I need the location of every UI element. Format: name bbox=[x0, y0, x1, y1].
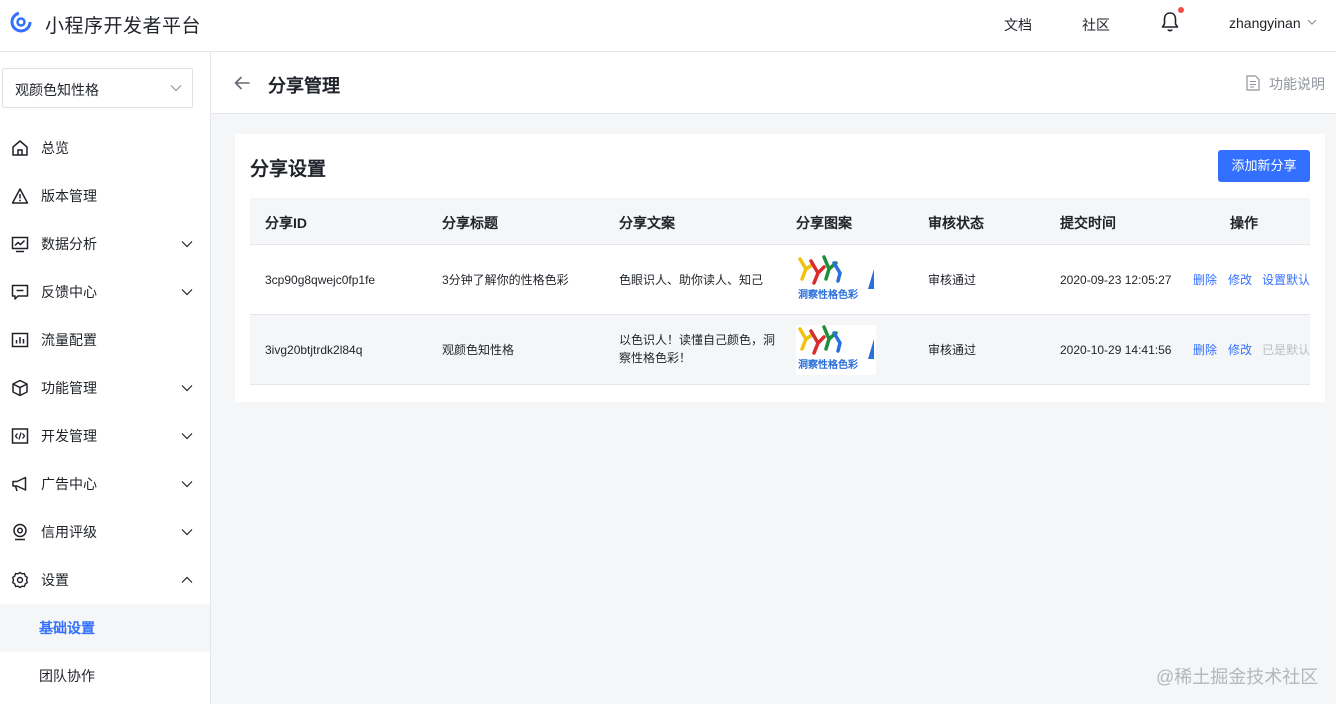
message-icon bbox=[11, 284, 29, 300]
column-header-actions: 操作 bbox=[1230, 215, 1258, 231]
sidebar-item-label: 设置 bbox=[41, 572, 69, 588]
share-title: 观颜色知性格 bbox=[442, 343, 515, 357]
already-default-label: 已是默认 bbox=[1262, 343, 1311, 357]
column-header-image: 分享图案 bbox=[796, 215, 852, 231]
submit-time: 2020-10-29 14:41:56 bbox=[1060, 343, 1172, 357]
add-share-button[interactable]: 添加新分享 bbox=[1218, 150, 1310, 182]
sidebar-item-label: 开发管理 bbox=[41, 428, 97, 444]
sidebar-item-label: 信用评级 bbox=[41, 524, 97, 540]
sidebar-item-features[interactable]: 功能管理 bbox=[0, 364, 210, 412]
card-title: 分享设置 bbox=[250, 159, 327, 180]
sidebar-item-development[interactable]: 开发管理 bbox=[0, 412, 210, 460]
review-status: 审核通过 bbox=[928, 343, 977, 357]
sidebar-item-feedback[interactable]: 反馈中心 bbox=[0, 268, 210, 316]
share-copy: 以色识人！读懂自己颜色，洞察性格色彩！ bbox=[619, 333, 776, 365]
megaphone-icon bbox=[12, 476, 27, 492]
table-row: 3cp90g8qwejc0fp1fe 3分钟了解你的性格色彩 色眼识人、助你读人… bbox=[250, 245, 1310, 315]
sidebar-item-versions[interactable]: 版本管理 bbox=[0, 172, 210, 220]
sidebar-subitem-label: 基础设置 bbox=[39, 620, 95, 636]
share-image-art: 洞察性格色彩 bbox=[798, 255, 874, 301]
notification-dot bbox=[1178, 7, 1184, 13]
column-header-copy: 分享文案 bbox=[619, 215, 675, 231]
chevron-down-icon bbox=[181, 241, 193, 248]
delete-link[interactable]: 删除 bbox=[1193, 341, 1217, 358]
bar-chart-icon bbox=[11, 332, 29, 348]
sidebar-subitem-team[interactable]: 团队协作 bbox=[0, 652, 210, 700]
sidebar-item-label: 流量配置 bbox=[41, 332, 97, 348]
chevron-down-icon bbox=[181, 529, 193, 536]
sidebar-item-label: 反馈中心 bbox=[41, 284, 97, 300]
platform-title: 小程序开发者平台 bbox=[45, 16, 202, 37]
table-row: 3ivg20btjtrdk2l84q 观颜色知性格 以色识人！读懂自己颜色，洞察… bbox=[250, 315, 1310, 385]
sidebar-item-label: 数据分析 bbox=[41, 236, 97, 252]
chevron-down-icon bbox=[170, 85, 182, 92]
edit-link[interactable]: 修改 bbox=[1228, 341, 1252, 358]
cube-icon bbox=[12, 379, 28, 397]
sidebar-item-analytics[interactable]: 数据分析 bbox=[0, 220, 210, 268]
badge-icon bbox=[13, 523, 27, 541]
watermark: @稀土掘金技术社区 bbox=[1156, 667, 1319, 687]
gear-icon bbox=[12, 571, 28, 589]
share-id: 3cp90g8qwejc0fp1fe bbox=[265, 273, 376, 287]
chevron-down-icon bbox=[181, 433, 193, 440]
home-icon bbox=[12, 140, 28, 156]
column-header-status: 审核状态 bbox=[928, 215, 984, 231]
sidebar-subitem-label: 团队协作 bbox=[39, 668, 95, 684]
sidebar-item-overview[interactable]: 总览 bbox=[0, 124, 210, 172]
column-header-time: 提交时间 bbox=[1060, 215, 1116, 231]
sidebar-item-ads[interactable]: 广告中心 bbox=[0, 460, 210, 508]
submit-time: 2020-09-23 12:05:27 bbox=[1060, 273, 1172, 287]
column-header-id: 分享ID bbox=[265, 215, 307, 231]
chevron-down-icon bbox=[181, 289, 193, 296]
bell-icon[interactable] bbox=[1160, 11, 1180, 33]
docs-link[interactable]: 文档 bbox=[1004, 15, 1032, 35]
chevron-down-icon[interactable] bbox=[1307, 18, 1317, 26]
table-header: 分享ID 分享标题 分享文案 分享图案 审核状态 提交时间 操作 bbox=[250, 198, 1310, 245]
edit-link[interactable]: 修改 bbox=[1228, 271, 1252, 288]
platform-logo-icon[interactable] bbox=[9, 10, 33, 34]
code-icon bbox=[11, 428, 29, 444]
help-label: 功能说明 bbox=[1269, 76, 1325, 92]
share-settings-card: 分享设置 添加新分享 分享ID 分享标题 分享文案 分享图案 审核状态 提交时间… bbox=[235, 134, 1325, 402]
sidebar-item-settings[interactable]: 设置 bbox=[0, 556, 210, 604]
page-header: 分享管理 功能说明 bbox=[211, 52, 1336, 114]
chevron-down-icon bbox=[181, 481, 193, 488]
delete-link[interactable]: 删除 bbox=[1193, 271, 1217, 288]
back-arrow-icon[interactable] bbox=[233, 74, 251, 92]
share-image-text: 洞察性格色彩 bbox=[798, 358, 858, 371]
top-bar: 小程序开发者平台 文档 社区 zhangyinan bbox=[0, 0, 1336, 52]
sidebar-item-credit[interactable]: 信用评级 bbox=[0, 508, 210, 556]
app-selector[interactable]: 观颜色知性格 bbox=[2, 68, 193, 108]
app-selector-label: 观颜色知性格 bbox=[15, 82, 99, 98]
sidebar-item-label: 广告中心 bbox=[41, 476, 97, 492]
sidebar: 观颜色知性格 总览 版本管理 数据分析 反馈中心 流量配置 功能管理 开发管理 … bbox=[0, 52, 211, 704]
chevron-down-icon bbox=[181, 385, 193, 392]
review-status: 审核通过 bbox=[928, 273, 977, 287]
page-title: 分享管理 bbox=[268, 76, 340, 96]
sidebar-item-label: 功能管理 bbox=[41, 380, 97, 396]
share-id: 3ivg20btjtrdk2l84q bbox=[265, 343, 363, 357]
sidebar-item-label: 总览 bbox=[41, 140, 69, 156]
share-copy: 色眼识人、助你读人、知己 bbox=[619, 273, 764, 287]
share-image-art: 洞察性格色彩 bbox=[798, 325, 874, 371]
share-title: 3分钟了解你的性格色彩 bbox=[442, 273, 569, 287]
set-default-link[interactable]: 设置默认 bbox=[1262, 271, 1310, 288]
sidebar-subitem-basic-settings[interactable]: 基础设置 bbox=[0, 604, 210, 652]
warning-triangle-icon bbox=[11, 188, 29, 204]
chart-icon bbox=[11, 236, 29, 253]
document-icon bbox=[1246, 75, 1260, 91]
sidebar-item-label: 版本管理 bbox=[41, 188, 97, 204]
column-header-title: 分享标题 bbox=[442, 215, 498, 231]
share-image-text: 洞察性格色彩 bbox=[798, 288, 858, 301]
sidebar-item-traffic[interactable]: 流量配置 bbox=[0, 316, 210, 364]
community-link[interactable]: 社区 bbox=[1082, 15, 1110, 35]
share-image: 洞察性格色彩 bbox=[796, 255, 876, 305]
user-menu[interactable]: zhangyinan bbox=[1229, 15, 1301, 31]
chevron-up-icon bbox=[181, 576, 193, 583]
share-image: 洞察性格色彩 bbox=[796, 325, 876, 375]
